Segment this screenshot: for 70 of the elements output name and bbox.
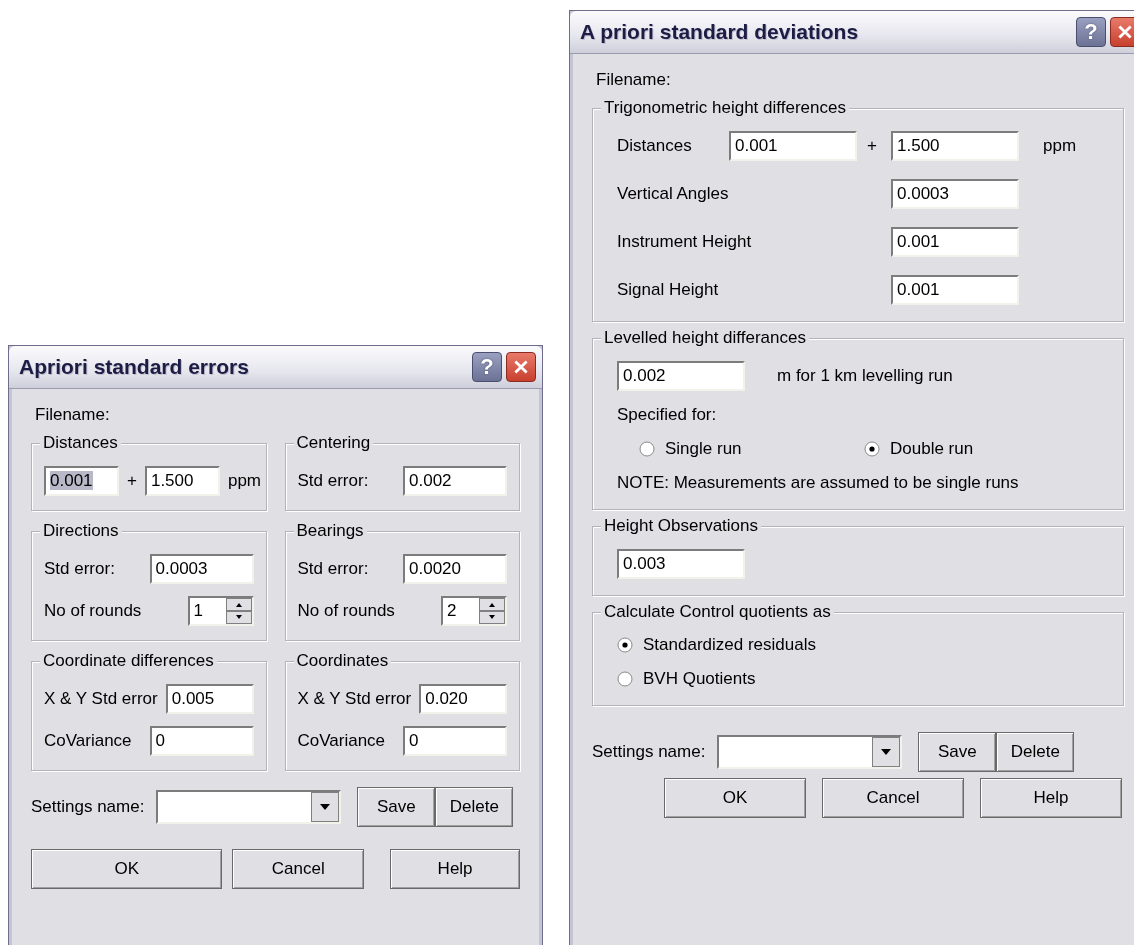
unit-label: ppm xyxy=(227,471,261,491)
group-title: Bearings xyxy=(293,521,367,541)
group-title: Centering xyxy=(293,433,374,453)
group-title: Levelled height differances xyxy=(601,328,809,348)
input-field[interactable]: 0.002 xyxy=(403,466,507,496)
settings-dropdown[interactable] xyxy=(717,735,903,769)
unit-label: ppm xyxy=(1042,136,1078,156)
field-label: Std error: xyxy=(297,471,370,491)
field-label: CoVariance xyxy=(44,731,133,751)
radio-button[interactable]: BVH Quotients xyxy=(617,669,756,689)
input-field[interactable]: 0.001 xyxy=(729,131,857,161)
window-title: A priori standard deviations xyxy=(580,20,860,44)
input-field[interactable]: 0 xyxy=(149,726,254,756)
field-label: Signal Height xyxy=(617,280,720,300)
dialog-button[interactable]: OK xyxy=(664,778,806,818)
input-field[interactable]: 0.0020 xyxy=(403,554,507,584)
dialog-button[interactable]: Cancel xyxy=(232,849,365,889)
radio-button[interactable]: Double run xyxy=(864,439,1089,459)
input-field[interactable]: 0.0003 xyxy=(891,179,1019,209)
dialog-button[interactable]: Help xyxy=(980,778,1122,818)
input-field[interactable]: 0.003 xyxy=(617,549,745,579)
field-label: X & Y Std error xyxy=(44,689,158,709)
spin-arrows-icon[interactable] xyxy=(225,598,252,624)
settings-button[interactable]: Save xyxy=(918,732,997,772)
settings-button[interactable]: Delete xyxy=(996,732,1075,772)
close-icon[interactable] xyxy=(506,352,536,382)
group-title: Trigonometric height differences xyxy=(601,98,849,118)
input-field[interactable]: 1.500 xyxy=(891,131,1019,161)
settings-dropdown[interactable] xyxy=(156,790,342,824)
filename-label: Filename: xyxy=(596,70,672,90)
field-label: CoVariance xyxy=(297,731,387,751)
input-field[interactable]: 0.001 xyxy=(44,466,119,496)
input-field[interactable]: 0.0003 xyxy=(149,554,254,584)
dialog-button[interactable]: OK xyxy=(31,849,223,889)
group-title: Calculate Control quotients as xyxy=(601,602,834,622)
field-label: Std error: xyxy=(44,559,116,579)
plus-sign: + xyxy=(866,136,878,156)
field-label: Vertical Angles xyxy=(617,184,730,204)
input-field[interactable]: 0.020 xyxy=(419,684,507,714)
field-label: Std error: xyxy=(297,559,370,579)
spin-box[interactable]: 2 xyxy=(441,596,507,626)
settings-label: Settings name: xyxy=(592,742,706,762)
input-field[interactable]: 0.005 xyxy=(165,684,254,714)
settings-label: Settings name: xyxy=(31,797,145,817)
plus-sign: + xyxy=(127,471,137,491)
close-icon[interactable] xyxy=(1110,17,1134,47)
field-label: Distances xyxy=(617,136,693,156)
input-field[interactable]: 1.500 xyxy=(144,466,220,496)
group-title: Height Observations xyxy=(601,516,762,536)
field-label: Instrument Height xyxy=(617,232,753,252)
settings-button[interactable]: Delete xyxy=(435,787,514,827)
dialog-button[interactable]: Cancel xyxy=(822,778,964,818)
input-field[interactable]: 0 xyxy=(403,726,507,756)
radio-button[interactable]: Standardized residuals xyxy=(617,635,816,655)
radio-button[interactable]: Single run xyxy=(639,439,864,459)
text-label: Specified for: xyxy=(617,405,717,425)
input-field[interactable]: 0.001 xyxy=(891,227,1019,257)
filename-label: Filename: xyxy=(35,405,111,425)
field-label: No of rounds xyxy=(44,601,143,621)
input-field[interactable]: 0.001 xyxy=(891,275,1019,305)
spin-box[interactable]: 1 xyxy=(187,596,254,626)
field-label: No of rounds xyxy=(297,601,396,621)
unit-label: m for 1 km levelling run xyxy=(777,366,953,386)
spin-arrows-icon[interactable] xyxy=(479,598,505,624)
window-title: Apriori standard errors xyxy=(19,355,250,379)
field-label: X & Y Std error xyxy=(297,689,412,709)
settings-button[interactable]: Save xyxy=(357,787,436,827)
dialog-button[interactable]: Help xyxy=(390,849,520,889)
text-label: NOTE: Measurements are assumed to be single runs xyxy=(617,473,1019,493)
input-field[interactable]: 0.002 xyxy=(617,361,745,391)
